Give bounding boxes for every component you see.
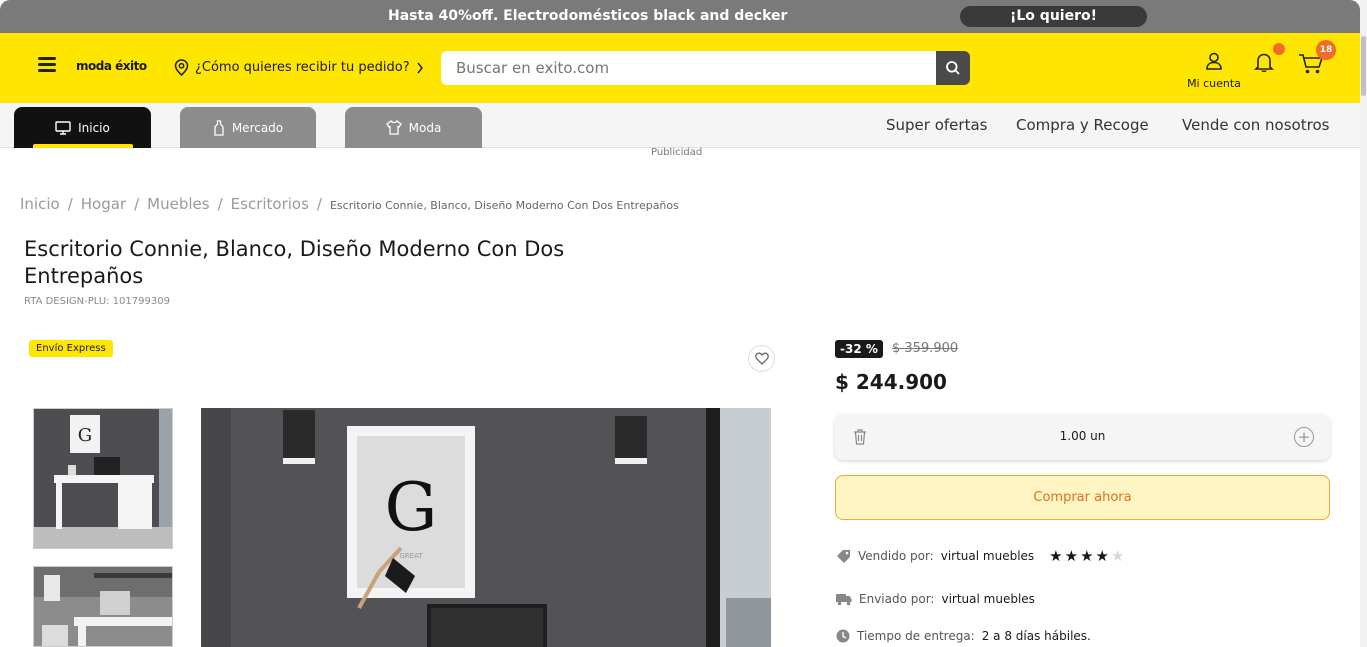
bell-icon [1254,53,1274,73]
breadcrumb-separator: / [316,195,322,213]
quantity-value: 1.00 un [1059,429,1106,443]
cart-count-badge: 18 [1316,40,1336,60]
breadcrumb-item[interactable]: Escritorios [231,195,309,213]
category-tab-bar: Inicio Mercado Moda Super ofertas Compra… [0,103,1360,148]
breadcrumb-separator: / [67,195,73,213]
delivery-time-value: 2 a 8 días hábiles. [981,629,1091,643]
product-title: Escritorio Connie, Blanco, Diseño Modern… [24,237,565,288]
tab-mercado-label: Mercado [231,120,284,135]
product-thumbnail[interactable] [33,566,173,647]
promo-text: Hasta 40%off. Electrodomésticos black an… [388,8,788,24]
svg-text:G: G [78,425,92,446]
hamburger-menu-icon[interactable] [38,57,56,73]
shipper-name: virtual muebles [941,592,1035,606]
main-header: moda éxito ¿Cómo quieres recibir tu pedi… [0,33,1360,103]
notifications-button[interactable] [1253,51,1275,77]
active-tab-indicator [33,144,133,148]
product-main-image[interactable]: G GREAT [201,408,771,647]
shirt-icon [385,120,402,135]
account-label: Mi cuenta [1187,77,1241,90]
truck-icon [836,593,852,605]
discount-badge: -32 % [835,340,883,358]
star-empty-icon: ★ [1110,547,1125,565]
promo-bar: Hasta 40%off. Electrodomésticos black an… [0,0,1360,33]
breadcrumb: Inicio / Hogar / Muebles / Escritorios /… [20,195,679,213]
desk-thumbnail-image: G [34,409,172,548]
bottle-icon [214,119,224,136]
svg-text:G: G [385,469,438,546]
seller-name[interactable]: virtual muebles [941,549,1034,563]
tab-inicio[interactable]: Inicio [14,107,151,148]
star-filled-icon: ★ [1080,547,1094,565]
promo-cta-button[interactable]: ¡Lo quiero! [960,6,1147,27]
user-icon [1206,52,1222,70]
scrollbar-thumb[interactable] [1361,36,1366,96]
search-icon [946,61,960,75]
shipper-row: Enviado por: virtual muebles [836,592,1035,606]
star-filled-icon: ★ [1064,547,1079,565]
tab-mercado[interactable]: Mercado [180,107,316,148]
plus-icon: + [1297,427,1311,446]
favorite-button[interactable] [748,345,775,372]
breadcrumb-item[interactable]: Inicio [20,195,60,213]
heart-icon [754,352,769,365]
original-price: $ 359.900 [892,341,959,356]
desk-room-photo: G GREAT [201,408,771,647]
tag-icon [837,550,850,563]
svg-text:GREAT: GREAT [399,552,423,560]
quantity-stepper: 1.00 un + [835,415,1330,460]
buy-now-button[interactable]: Comprar ahora [835,475,1330,520]
breadcrumb-item[interactable]: Hogar [81,195,126,213]
current-price: $ 244.900 [835,370,947,394]
nav-vende-con-nosotros[interactable]: Vende con nosotros [1182,116,1329,134]
account-button[interactable]: Mi cuenta [1180,51,1248,90]
tab-inicio-label: Inicio [78,120,110,135]
location-pin-icon [174,59,189,76]
nav-super-ofertas[interactable]: Super ofertas [886,116,987,134]
search-bar [441,51,970,85]
delivery-location-selector[interactable]: ¿Cómo quieres recibir tu pedido? [174,59,424,76]
clock-icon [836,629,850,643]
star-filled-icon: ★ [1095,547,1109,565]
site-logo[interactable]: moda éxito [76,59,147,73]
star-filled-icon: ★ [1049,547,1063,565]
shipping-badge: Envío Express [29,340,113,357]
breadcrumb-current: Escritorio Connie, Blanco, Diseño Modern… [329,199,679,212]
tab-moda[interactable]: Moda [345,107,482,148]
shipped-by-label: Enviado por: [859,592,935,606]
location-prompt-label: ¿Cómo quieres recibir tu pedido? [195,60,410,75]
sold-by-label: Vendido por: [858,549,934,563]
seller-row: Vendido por: virtual muebles ★ ★ ★ ★ ★ [836,547,1124,565]
breadcrumb-separator: / [134,195,140,213]
search-button[interactable] [936,51,970,85]
desk-thumbnail-image-2 [34,567,172,646]
product-sku: RTA DESIGN-PLU: 101799309 [24,296,170,307]
tab-moda-label: Moda [408,120,442,135]
monitor-icon [55,120,71,135]
breadcrumb-separator: / [217,195,223,213]
ad-label: Publicidad [651,147,703,158]
search-input[interactable] [441,51,936,85]
page-scrollbar[interactable] [1360,0,1367,647]
product-thumbnail[interactable]: G [33,408,173,549]
breadcrumb-item[interactable]: Muebles [147,195,209,213]
nav-compra-y-recoge[interactable]: Compra y Recoge [1016,116,1149,134]
seller-rating: ★ ★ ★ ★ ★ [1049,547,1124,565]
delivery-row: Tiempo de entrega: 2 a 8 días hábiles. [836,629,1091,643]
increase-quantity-button[interactable]: + [1294,427,1314,447]
notification-dot [1273,43,1285,55]
delivery-time-label: Tiempo de entrega: [857,629,975,643]
chevron-right-icon [417,62,423,73]
